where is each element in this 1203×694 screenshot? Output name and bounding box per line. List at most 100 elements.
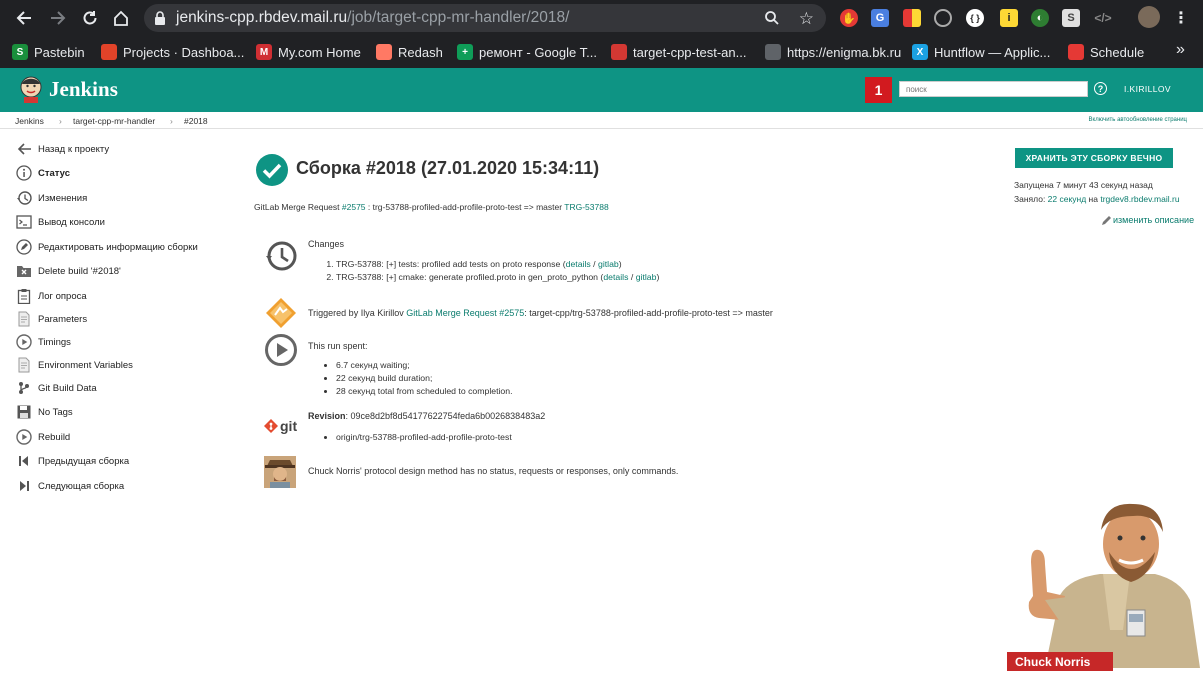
user-link[interactable]: I.KIRILLOV [1124, 84, 1171, 94]
mr-link[interactable]: #2575 [342, 202, 366, 212]
reload-icon[interactable] [80, 8, 100, 28]
jenkins-logo[interactable]: Jenkins [18, 75, 118, 103]
change-gitlab-link[interactable]: gitlab [636, 272, 657, 282]
sidebar-task[interactable]: Назад к проекту [16, 140, 109, 158]
profile-avatar[interactable] [1138, 6, 1160, 28]
sidebar-task-label: Timings [38, 336, 71, 348]
sidebar-task[interactable]: Статус [16, 164, 70, 182]
sidebar-task[interactable]: Delete build '#2018' [16, 262, 121, 280]
search-input[interactable] [899, 81, 1088, 97]
sidebar-task[interactable]: Лог опроса [16, 287, 87, 305]
breadcrumb-build[interactable]: #2018 [184, 116, 208, 126]
breadcrumb-job[interactable]: target-cpp-mr-handler [73, 116, 155, 126]
globe-icon [765, 44, 781, 60]
sidebar-task[interactable]: Parameters [16, 310, 87, 328]
git-icon [16, 380, 32, 396]
bookmarks-bar: S Pastebin Projects · Dashboa... M My.com Ho… [0, 36, 1203, 68]
history-icon [16, 190, 32, 206]
build-node-link[interactable]: trgdev8.rbdev.mail.ru [1100, 194, 1179, 204]
bookmark-item[interactable]: X Huntflow — Applic... [912, 42, 1050, 62]
help-icon[interactable]: ? [1094, 82, 1107, 95]
change-gitlab-link[interactable]: gitlab [598, 259, 619, 269]
breadcrumb-jenkins[interactable]: Jenkins [15, 116, 44, 126]
italic-extension-icon[interactable]: i [1000, 9, 1018, 27]
sidebar-task[interactable]: Environment Variables [16, 356, 133, 374]
mr-prefix: GitLab Merge Request [254, 202, 342, 212]
branch-item: origin/trg-53788-profiled-add-profile-pr… [336, 431, 545, 444]
autorefresh-link[interactable]: Включить автообновление страниц [1089, 117, 1188, 123]
json-extension-icon[interactable]: { } [966, 9, 984, 27]
git-logo-text: git [280, 418, 298, 434]
vpn-extension-icon[interactable]: ◐ [1031, 9, 1049, 27]
duration-link[interactable]: 22 секунд [1048, 194, 1087, 204]
sidebar-task[interactable]: No Tags [16, 403, 73, 421]
change-separator: / [590, 259, 598, 269]
back-icon[interactable] [14, 8, 34, 28]
google-translate-extension-icon[interactable]: G [871, 9, 889, 27]
trigger-suffix: : target-cpp/trg-53788-profiled-add-prof… [524, 308, 773, 318]
change-text: TRG-53788: [+] cmake: generate profiled.… [336, 272, 604, 282]
mr-ticket-link[interactable]: TRG-53788 [564, 202, 608, 212]
browser-chrome: jenkins-cpp.rbdev.mail.ru/job/target-cpp… [0, 0, 1203, 68]
bookmark-star-icon[interactable]: ☆ [799, 9, 814, 29]
bookmark-item[interactable]: target-cpp-test-an... [611, 42, 746, 62]
bookmark-item[interactable]: https://enigma.bk.ru [765, 42, 901, 62]
play-circle-icon [16, 429, 32, 445]
keep-build-forever-button[interactable]: ХРАНИТЬ ЭТУ СБОРКУ ВЕЧНО [1015, 148, 1173, 168]
color-extension-icon[interactable] [903, 9, 921, 27]
mycom-icon: M [256, 44, 272, 60]
jenkins-butler-icon [20, 76, 42, 103]
sync-extension-icon[interactable] [934, 9, 952, 27]
s-extension-icon[interactable]: S [1062, 9, 1080, 27]
address-bar[interactable]: jenkins-cpp.rbdev.mail.ru/job/target-cpp… [144, 4, 826, 32]
change-details-link[interactable]: details [566, 259, 591, 269]
adblock-extension-icon[interactable]: ✋ [840, 9, 858, 27]
mr-branches: : trg-53788-profiled-add-profile-proto-t… [365, 202, 565, 212]
bookmark-item[interactable]: Projects · Dashboa... [101, 42, 244, 62]
menu-kebab-icon[interactable]: ⋮ [1172, 9, 1190, 27]
chuck-norris-thumbs-up-image: Chuck Norris [1007, 503, 1200, 671]
bookmark-item[interactable]: Schedule [1068, 42, 1144, 62]
sidebar-task-label: Редактировать информацию сборки [38, 241, 198, 253]
sidebar-task[interactable]: Редактировать информацию сборки [16, 238, 198, 256]
jenkins-logo-text: Jenkins [49, 76, 118, 101]
sidebar-task[interactable]: Следующая сборка [16, 477, 124, 495]
timing-item: 28 секунд total from scheduled to comple… [336, 385, 513, 398]
bookmark-item[interactable]: Redash [376, 42, 443, 62]
changes-section: Changes TRG-53788: [+] tests: profiled a… [308, 239, 659, 284]
bookmark-label: Redash [398, 44, 443, 60]
document-icon [16, 311, 32, 327]
sidebar-task-label: Git Build Data [38, 382, 97, 394]
change-close: ) [656, 272, 660, 282]
zoom-icon[interactable] [764, 10, 780, 31]
edit-description-link[interactable]: изменить описание [1101, 214, 1194, 226]
sidebar-task[interactable]: Вывод консоли [16, 213, 105, 231]
bookmark-item[interactable]: M My.com Home [256, 42, 361, 62]
bookmark-label: https://enigma.bk.ru [787, 44, 902, 60]
gitlab-icon [101, 44, 117, 60]
browser-toolbar: jenkins-cpp.rbdev.mail.ru/job/target-cpp… [0, 0, 1203, 36]
bookmark-item[interactable]: S Pastebin [12, 42, 85, 62]
bookmark-item[interactable]: + ремонт - Google T... [457, 42, 597, 62]
sidebar-task-label: Лог опроса [38, 290, 87, 302]
sidebar-task[interactable]: Rebuild [16, 428, 70, 446]
sidebar-task-label: Delete build '#2018' [38, 265, 121, 277]
sidebar-task[interactable]: Timings [16, 333, 71, 351]
huntflow-icon: X [912, 44, 928, 60]
code-extension-icon[interactable]: </> [1094, 9, 1112, 27]
home-icon[interactable] [111, 8, 131, 28]
revision-branches: origin/trg-53788-profiled-add-profile-pr… [336, 431, 545, 444]
sidebar-task[interactable]: Git Build Data [16, 379, 97, 397]
timing-section: This run spent: 6.7 секунд waiting; 22 с… [308, 341, 513, 398]
bookmarks-more[interactable]: » [1176, 40, 1185, 60]
forward-icon[interactable] [48, 8, 68, 28]
notification-badge[interactable]: 1 [865, 77, 892, 103]
trigger-mr-link[interactable]: GitLab Merge Request #2575 [406, 308, 524, 318]
sidebar-task[interactable]: Предыдущая сборка [16, 452, 129, 470]
sidebar-task-label: Environment Variables [38, 359, 133, 371]
revision-label: Revision [308, 411, 346, 421]
redash-icon [376, 44, 392, 60]
change-details-link[interactable]: details [603, 272, 628, 282]
change-item: TRG-53788: [+] tests: profiled add tests… [336, 258, 659, 271]
sidebar-task[interactable]: Изменения [16, 189, 87, 207]
